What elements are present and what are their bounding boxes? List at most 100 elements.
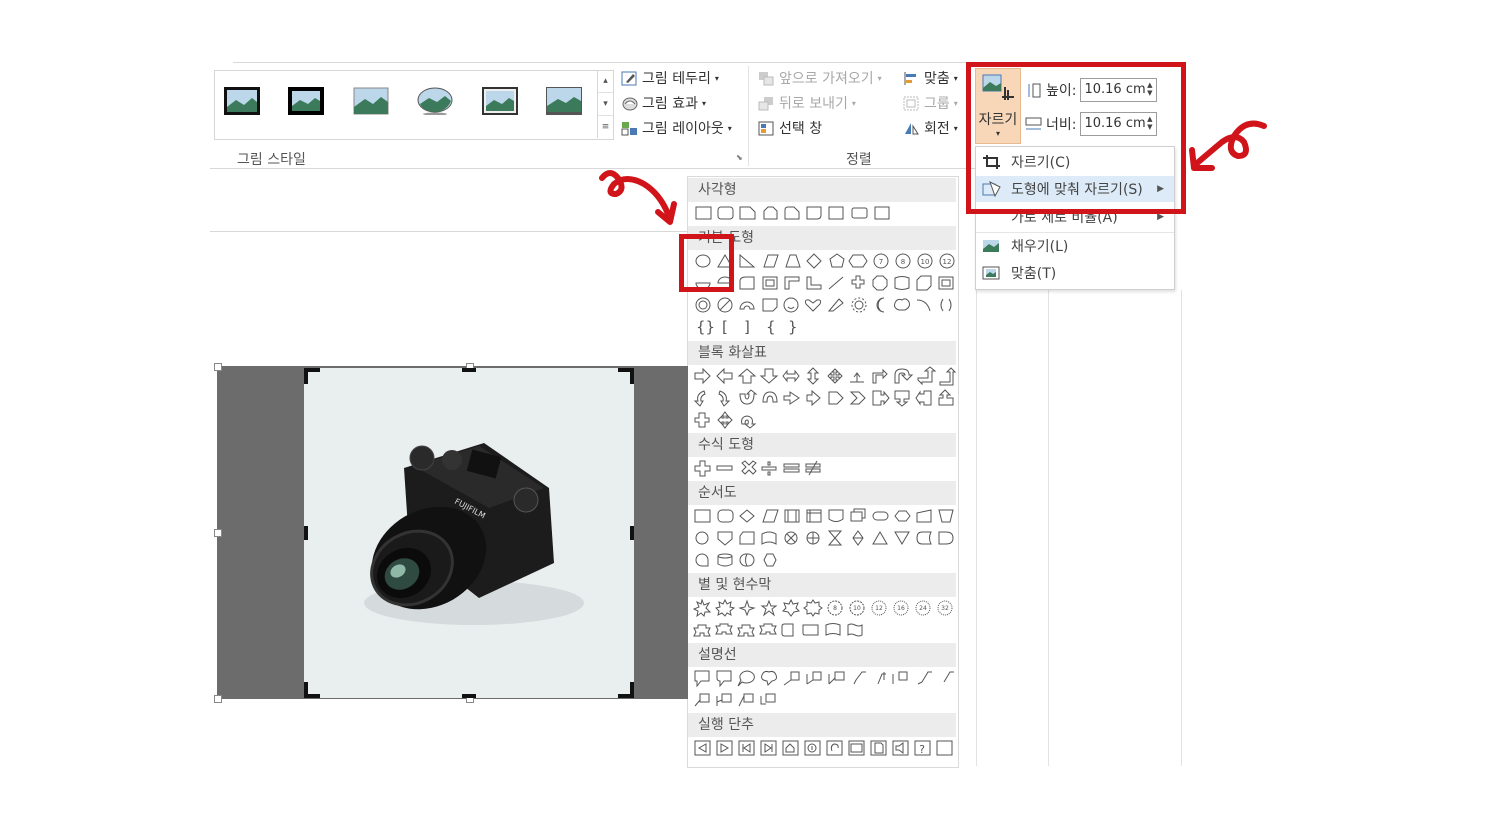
gallery-scroll[interactable]: ▴ ▾ ≡ xyxy=(597,70,613,138)
section-action-buttons: 실행 단추 xyxy=(688,713,956,737)
gallery-up-arrow[interactable]: ▴ xyxy=(598,70,613,93)
picture-layout-label: 그림 레이아웃 xyxy=(642,121,724,137)
rotate-icon xyxy=(905,122,919,134)
crop-menu-item-fill[interactable]: 채우기(L) xyxy=(976,232,1174,259)
background-divider xyxy=(1048,290,1049,766)
crop-handle-top-right[interactable] xyxy=(630,368,634,384)
section-block-arrows: 블록 화살표 xyxy=(688,341,956,365)
resize-handle[interactable] xyxy=(214,529,222,537)
shape-row-flowchart-1[interactable] xyxy=(692,506,956,526)
style-thumbnail-4[interactable] xyxy=(417,87,453,115)
svg-text:7: 7 xyxy=(879,258,883,266)
round-same-side-shape-icon xyxy=(828,206,844,220)
svg-text:}: } xyxy=(788,318,798,336)
fit-icon xyxy=(982,266,1000,280)
bring-forward-icon xyxy=(759,71,774,85)
crop-handle-top-left[interactable] xyxy=(304,368,308,384)
snip-corner-shape-icon xyxy=(739,206,756,220)
pencil-border-icon xyxy=(621,71,637,85)
shape-row-basic-3[interactable] xyxy=(692,295,956,315)
resize-handle[interactable] xyxy=(214,363,222,371)
selection-pane-button[interactable]: 선택 창 xyxy=(758,118,822,138)
send-backward-icon xyxy=(758,96,773,110)
shape-row-flowchart-2[interactable] xyxy=(692,528,956,548)
crop-handle-bottom[interactable] xyxy=(462,694,476,698)
arrange-group-label: 정렬 xyxy=(846,152,872,168)
shape-row-basic-4[interactable]: {} [] {} xyxy=(692,317,812,337)
red-arrow-left-icon xyxy=(599,170,677,225)
section-rectangles: 사각형 xyxy=(688,178,956,202)
svg-text:32: 32 xyxy=(941,605,949,612)
rectangle-alt-shape-icon xyxy=(874,206,890,220)
section-flowchart: 순서도 xyxy=(688,481,956,505)
group-divider xyxy=(748,66,749,166)
section-equation-shapes: 수식 도형 xyxy=(688,433,956,457)
highlight-box-oval xyxy=(679,234,734,292)
selection-pane-icon xyxy=(758,121,774,135)
crop-menu-label-fit: 맞춤(T) xyxy=(1011,266,1057,282)
red-arrow-right-icon xyxy=(1189,120,1267,171)
section-callouts: 설명선 xyxy=(688,643,956,667)
svg-text:]: ] xyxy=(744,318,750,336)
layout-icon xyxy=(621,121,637,135)
resize-handle[interactable] xyxy=(214,695,222,703)
shape-row-rectangles[interactable] xyxy=(692,203,912,223)
group-label: 그룹 xyxy=(924,96,950,112)
svg-text:12: 12 xyxy=(875,605,883,612)
crop-handle-right[interactable] xyxy=(630,526,634,540)
round-diagonal-shape-icon xyxy=(851,207,868,219)
style-thumbnail-5[interactable] xyxy=(482,87,518,115)
svg-text:12: 12 xyxy=(943,258,952,266)
shape-row-arrows-1[interactable] xyxy=(692,366,956,386)
shape-row-callouts-1[interactable] xyxy=(692,668,956,688)
shape-row-callouts-2[interactable] xyxy=(692,690,792,710)
svg-text:{: { xyxy=(766,318,776,336)
style-thumbnail-3[interactable] xyxy=(353,87,389,115)
send-backward-label: 뒤로 보내기 xyxy=(779,96,848,112)
style-thumbnail-6[interactable] xyxy=(546,87,582,115)
crop-handle-bottom-left[interactable] xyxy=(304,682,308,698)
svg-text:24: 24 xyxy=(919,605,927,612)
bring-forward-button[interactable]: 앞으로 가져오기 ▾ xyxy=(758,68,882,88)
shape-row-action-buttons[interactable]: ? xyxy=(692,738,956,758)
rotate-button[interactable]: 회전 ▾ xyxy=(903,118,958,138)
background-divider-2 xyxy=(1181,290,1182,766)
shape-row-equation[interactable] xyxy=(692,458,832,478)
picture-style-gallery[interactable] xyxy=(214,70,614,140)
group-button[interactable]: 그룹 ▾ xyxy=(903,93,958,113)
picture-effects-label: 그림 효과 xyxy=(642,96,698,112)
send-backward-button[interactable]: 뒤로 보내기 ▾ xyxy=(758,93,856,113)
ribbon-top-border xyxy=(233,62,973,63)
rounded-rectangle-shape-icon xyxy=(717,206,734,220)
crop-menu-label-fill: 채우기(L) xyxy=(1011,239,1069,255)
svg-text:{}: {} xyxy=(696,318,715,336)
svg-text:10: 10 xyxy=(921,258,930,266)
picture-styles-group-label: 그림 스타일 xyxy=(237,152,306,168)
align-label: 맞춤 xyxy=(924,71,950,87)
crop-handle-top[interactable] xyxy=(462,368,476,372)
rotate-label: 회전 xyxy=(924,121,950,137)
shape-row-flowchart-3[interactable] xyxy=(692,550,792,570)
crop-handle-bottom-right[interactable] xyxy=(630,682,634,698)
rectangle-shape-icon xyxy=(695,206,712,220)
align-button[interactable]: 맞춤 ▾ xyxy=(903,68,958,88)
crop-menu-item-fit[interactable]: 맞춤(T) xyxy=(976,260,1174,286)
picture-border-button[interactable]: 그림 테두리 ▾ xyxy=(621,68,719,88)
svg-text:[: [ xyxy=(722,318,728,336)
dialog-launcher-icon[interactable]: ⬊ xyxy=(736,153,743,162)
shape-row-arrows-2[interactable] xyxy=(692,388,956,408)
crop-handle-left[interactable] xyxy=(304,526,308,540)
picture-layout-button[interactable]: 그림 레이아웃 ▾ xyxy=(621,118,732,138)
gallery-more-arrow[interactable]: ≡ xyxy=(598,116,613,138)
style-thumbnail-1[interactable] xyxy=(224,87,260,115)
align-icon xyxy=(904,71,916,85)
shape-row-stars-1[interactable]: 8 10 12 16 24 32 xyxy=(692,598,956,618)
style-thumbnail-2[interactable] xyxy=(288,87,324,115)
svg-text:?: ? xyxy=(919,743,925,756)
shape-row-arrows-3[interactable] xyxy=(692,410,762,430)
shape-row-banners[interactable] xyxy=(692,620,882,640)
round-corner-shape-icon xyxy=(806,206,822,220)
picture-effects-button[interactable]: 그림 효과 ▾ xyxy=(621,93,706,113)
camera-picture[interactable]: FUJIFILM xyxy=(304,368,634,698)
gallery-down-arrow[interactable]: ▾ xyxy=(598,93,613,116)
